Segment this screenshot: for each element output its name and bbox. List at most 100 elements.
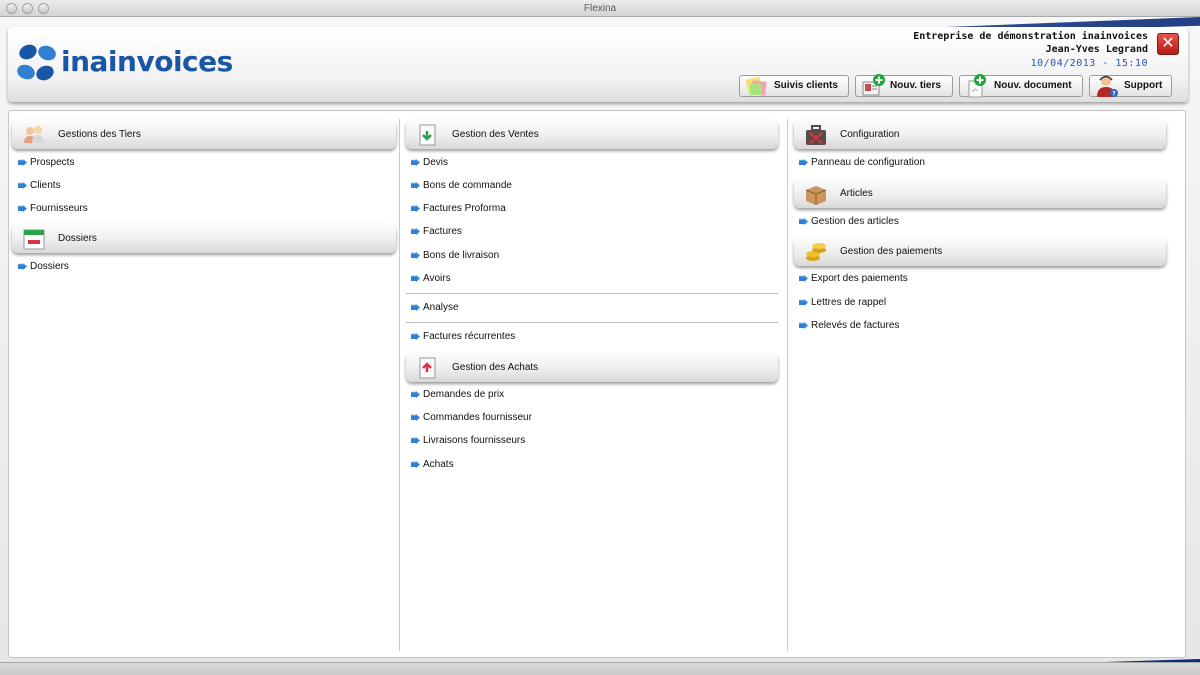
svg-text:?: ? [1112, 91, 1116, 98]
arrow-icon [799, 159, 808, 166]
menu-item-label: Factures récurrentes [423, 331, 516, 342]
menu-item-factures-recurrentes[interactable]: Factures récurrentes [411, 330, 515, 344]
arrow-icon [411, 461, 420, 468]
purchase-document-icon [419, 357, 436, 379]
arrow-icon [18, 205, 27, 212]
menu-item-lettres-de-rappel[interactable]: Lettres de rappel [799, 296, 886, 310]
arrow-icon [411, 252, 420, 259]
section-header-paiements[interactable]: Gestion des paiements [794, 237, 1166, 266]
nouv-document-label: Nouv. document [994, 80, 1072, 91]
menu-item-label: Prospects [30, 157, 75, 168]
menu-item-label: Lettres de rappel [811, 297, 887, 308]
arrow-icon [18, 182, 27, 189]
app-header: inainvoices Entreprise de démonstration … [8, 27, 1188, 102]
menu-item-bons-de-livraison[interactable]: Bons de livraison [411, 249, 499, 263]
section-title: Articles [840, 188, 873, 199]
menu-item-label: Factures [423, 226, 462, 237]
support-button[interactable]: ? Support [1089, 75, 1172, 98]
menu-item-label: Relevés de factures [811, 320, 900, 331]
title-bar: Flexina [0, 0, 1200, 17]
section-title: Gestions des Tiers [58, 129, 141, 140]
arrow-icon [411, 275, 420, 282]
section-header-configuration[interactable]: Configuration [794, 120, 1166, 149]
menu-item-label: Fournisseurs [30, 203, 88, 214]
divider [406, 293, 778, 294]
logo-text: inainvoices [61, 45, 233, 78]
nouv-tiers-label: Nouv. tiers [890, 80, 941, 91]
menu-item-label: Bons de commande [423, 180, 512, 191]
suivis-clients-button[interactable]: Suivis clients [739, 75, 849, 97]
status-bar [0, 662, 1200, 675]
nouv-tiers-button[interactable]: Nouv. tiers [855, 74, 953, 97]
section-title: Configuration [840, 129, 900, 140]
menu-item-commandes-fournisseur[interactable]: Commandes fournisseur [411, 411, 532, 425]
menu-item-label: Demandes de prix [423, 389, 505, 400]
section-title: Gestion des paiements [840, 246, 943, 257]
add-document-icon [968, 74, 986, 98]
menu-item-gestion-des-articles[interactable]: Gestion des articles [799, 215, 899, 229]
box-icon [805, 186, 827, 205]
arrow-icon [411, 205, 420, 212]
menu-item-bons-de-commande[interactable]: Bons de commande [411, 179, 512, 193]
arrow-icon [411, 333, 420, 340]
people-icon [24, 126, 44, 143]
menu-item-label: Factures Proforma [423, 203, 506, 214]
notes-icon [745, 76, 767, 96]
menu-item-label: Bons de livraison [423, 250, 500, 261]
menu-item-label: Commandes fournisseur [423, 412, 532, 423]
menu-item-analyse[interactable]: Analyse [411, 301, 459, 315]
menu-item-export-des-paiements[interactable]: Export des paiements [799, 272, 908, 286]
menu-item-factures[interactable]: Factures [411, 225, 462, 239]
section-header-tiers[interactable]: Gestions des Tiers [12, 120, 396, 149]
sales-document-icon [419, 124, 436, 146]
menu-item-label: Achats [423, 459, 454, 470]
company-name: Entreprise de démonstration inainvoices [913, 31, 1148, 42]
menu-item-label: Avoirs [423, 273, 451, 284]
menu-item-achats[interactable]: Achats [411, 458, 454, 472]
menu-item-label: Dossiers [30, 261, 69, 272]
window-title: Flexina [583, 3, 617, 14]
menu-item-label: Analyse [423, 302, 459, 313]
menu-item-clients[interactable]: Clients [18, 179, 61, 193]
menu-item-fournisseurs[interactable]: Fournisseurs [18, 202, 88, 216]
menu-item-panneau-de-configuration[interactable]: Panneau de configuration [799, 156, 925, 170]
menu-item-prospects[interactable]: Prospects [18, 156, 74, 170]
section-title: Gestion des Achats [452, 362, 539, 373]
menu-item-label: Clients [30, 180, 61, 191]
menu-item-label: Livraisons fournisseurs [423, 435, 526, 446]
nouv-document-button[interactable]: Nouv. document [959, 74, 1083, 98]
section-header-dossiers[interactable]: Dossiers [12, 224, 396, 253]
suivis-clients-label: Suivis clients [774, 80, 838, 91]
arrow-icon [18, 263, 27, 270]
menu-item-releves-de-factures[interactable]: Relevés de factures [799, 319, 899, 333]
column-divider-2 [787, 119, 788, 651]
calendar-icon [23, 229, 45, 250]
menu-item-avoirs[interactable]: Avoirs [411, 272, 451, 286]
user-name: Jean-Yves Legrand [1045, 44, 1148, 55]
arrow-icon [799, 218, 808, 225]
section-title: Gestion des Ventes [452, 129, 539, 140]
column-divider-1 [399, 119, 400, 651]
section-header-articles[interactable]: Articles [794, 179, 1166, 208]
menu-item-dossiers[interactable]: Dossiers [18, 260, 69, 274]
coins-icon [806, 243, 826, 261]
main-panel: Gestions des Tiers Prospects Clients Fou… [8, 110, 1186, 658]
arrow-icon [799, 322, 808, 329]
app-window: inainvoices Entreprise de démonstration … [0, 17, 1200, 675]
add-contact-icon [862, 74, 885, 96]
arrow-icon [411, 304, 420, 311]
arrow-icon [411, 182, 420, 189]
menu-item-devis[interactable]: Devis [411, 156, 448, 170]
support-agent-icon: ? [1097, 75, 1118, 98]
menu-item-livraisons-fournisseurs[interactable]: Livraisons fournisseurs [411, 434, 525, 448]
arrow-icon [799, 299, 808, 306]
section-header-ventes[interactable]: Gestion des Ventes [406, 120, 778, 149]
arrow-icon [411, 414, 420, 421]
menu-item-factures-proforma[interactable]: Factures Proforma [411, 202, 506, 216]
support-label: Support [1124, 80, 1163, 91]
close-icon[interactable]: ✕ [1157, 33, 1179, 55]
menu-item-demandes-de-prix[interactable]: Demandes de prix [411, 388, 504, 402]
section-header-achats[interactable]: Gestion des Achats [406, 353, 778, 382]
divider [406, 322, 778, 323]
arrow-icon [799, 275, 808, 282]
